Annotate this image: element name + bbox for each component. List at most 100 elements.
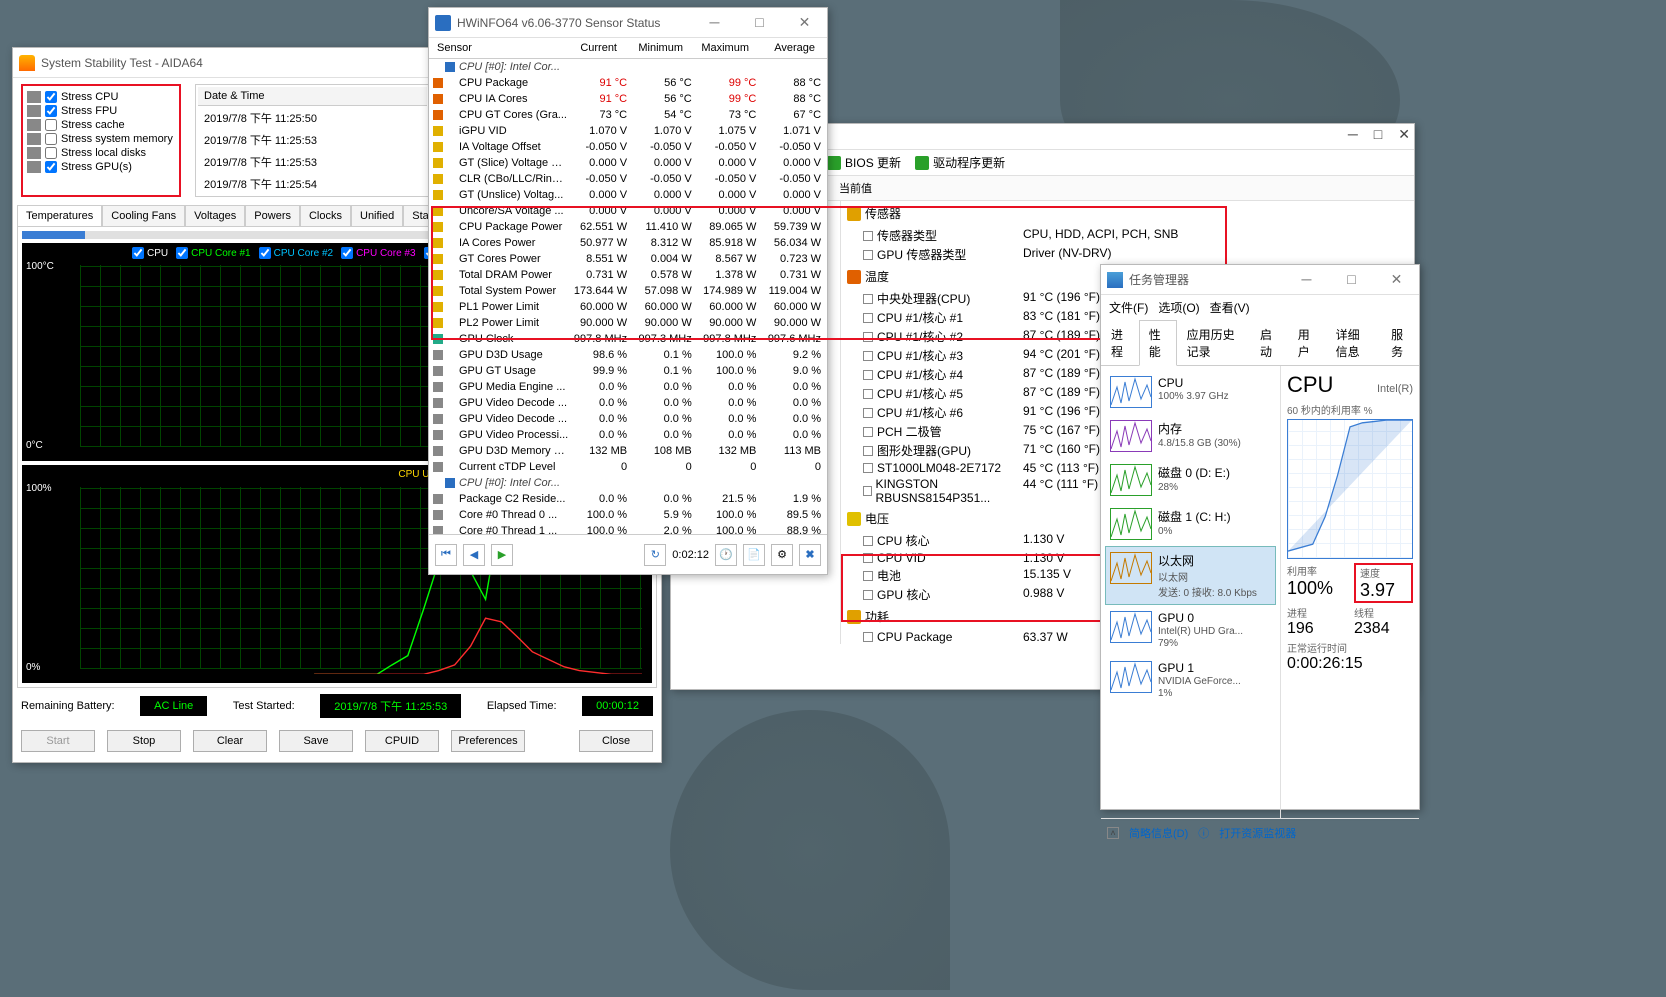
minimize-button[interactable]: ─ (1284, 265, 1329, 293)
clock-icon[interactable]: 🕐 (715, 544, 737, 566)
toolbar-item[interactable]: 驱动程序更新 (915, 154, 1005, 171)
sensor-row[interactable]: CPU Package Power62.551 W11.410 W89.065 … (429, 219, 827, 235)
clear-button[interactable]: Clear (193, 730, 267, 752)
tab-item[interactable]: 应用历史记录 (1177, 320, 1250, 365)
perf-tile[interactable]: CPU100% 3.97 GHz (1105, 370, 1276, 414)
close-button[interactable]: ✕ (1398, 126, 1410, 143)
tab-voltages[interactable]: Voltages (185, 205, 245, 226)
sensor-row[interactable]: GPU Video Processi...0.0 %0.0 %0.0 %0.0 … (429, 427, 827, 443)
sensor-row[interactable]: Package C2 Reside...0.0 %0.0 %21.5 %1.9 … (429, 491, 827, 507)
data-item[interactable]: GPU 传感器类型Driver (NV-DRV) (841, 245, 1414, 264)
resource-monitor-link[interactable]: 打开资源监视器 (1219, 825, 1296, 841)
tm-titlebar[interactable]: 任务管理器 ─ □ ✕ (1101, 265, 1419, 295)
sensor-row[interactable]: PL1 Power Limit60.000 W60.000 W60.000 W6… (429, 299, 827, 315)
tab-item[interactable]: 服务 (1381, 320, 1419, 365)
data-group[interactable]: 传感器 (841, 201, 1414, 226)
col-maximum[interactable]: Maximum (689, 42, 755, 54)
close-icon[interactable]: ✖ (799, 544, 821, 566)
hwinfo-titlebar[interactable]: HWiNFO64 v6.06-3770 Sensor Status ─ □ ✕ (429, 8, 827, 38)
perf-tile[interactable]: GPU 0Intel(R) UHD Gra... 79% (1105, 605, 1276, 655)
col-average[interactable]: Average (755, 42, 821, 54)
sensor-row[interactable]: Core #0 Thread 0 ...100.0 %5.9 %100.0 %8… (429, 507, 827, 523)
tab-item[interactable]: 进程 (1101, 320, 1139, 365)
menu-item[interactable]: 查看(V) (1210, 299, 1250, 316)
perf-tile[interactable]: 磁盘 0 (D: E:)28% (1105, 458, 1276, 502)
maximize-button[interactable]: □ (1329, 265, 1374, 293)
sensor-row[interactable]: CPU IA Cores91 °C56 °C99 °C88 °C (429, 91, 827, 107)
stress-opt[interactable]: Stress local disks (27, 146, 175, 160)
tab-unified[interactable]: Unified (351, 205, 403, 226)
sensor-row[interactable]: GT (Slice) Voltage O...0.000 V0.000 V0.0… (429, 155, 827, 171)
legend-item[interactable]: CPU Core #1 (176, 247, 250, 259)
tab-temperatures[interactable]: Temperatures (17, 205, 102, 226)
nav-prev-icon[interactable]: ◀ (463, 544, 485, 566)
sensor-row[interactable]: Core #0 Thread 1 ...100.0 %2.0 %100.0 %8… (429, 523, 827, 534)
sensor-row[interactable]: GPU Video Decode ...0.0 %0.0 %0.0 %0.0 % (429, 411, 827, 427)
stress-opt[interactable]: Stress CPU (27, 90, 175, 104)
sensor-row[interactable]: GPU Clock997.8 MHz997.3 MHz997.8 MHz997.… (429, 331, 827, 347)
sensor-group[interactable]: CPU [#0]: Intel Cor... (429, 475, 827, 491)
sensor-row[interactable]: CLR (CBo/LLC/Ring)...-0.050 V-0.050 V-0.… (429, 171, 827, 187)
maximize-button[interactable]: □ (1374, 126, 1382, 143)
sensor-row[interactable]: Total System Power173.644 W57.098 W174.9… (429, 283, 827, 299)
sensor-row[interactable]: GPU GT Usage99.9 %0.1 %100.0 %9.0 % (429, 363, 827, 379)
tab-powers[interactable]: Powers (245, 205, 300, 226)
log-icon[interactable]: 📄 (743, 544, 765, 566)
legend-item[interactable]: CPU Core #2 (259, 247, 333, 259)
close-button[interactable]: ✕ (782, 8, 827, 36)
data-item[interactable]: 传感器类型CPU, HDD, ACPI, PCH, SNB (841, 226, 1414, 245)
toolbar-item[interactable]: BIOS 更新 (827, 154, 901, 171)
tab-cooling fans[interactable]: Cooling Fans (102, 205, 185, 226)
sensor-row[interactable]: GPU D3D Memory D...132 MB108 MB132 MB113… (429, 443, 827, 459)
tab-item[interactable]: 启动 (1250, 320, 1288, 365)
sensor-row[interactable]: CPU Package91 °C56 °C99 °C88 °C (429, 75, 827, 91)
col-datetime[interactable]: Date & Time (198, 87, 427, 106)
tab-item[interactable]: 详细信息 (1326, 320, 1382, 365)
sensor-row[interactable]: GPU Video Decode ...0.0 %0.0 %0.0 %0.0 % (429, 395, 827, 411)
perf-tile[interactable]: 内存4.8/15.8 GB (30%) (1105, 414, 1276, 458)
sensor-row[interactable]: Uncore/SA Voltage ...0.000 V0.000 V0.000… (429, 203, 827, 219)
stop-button[interactable]: Stop (107, 730, 181, 752)
close-button[interactable]: Close (579, 730, 653, 752)
sensor-row[interactable]: IA Cores Power50.977 W8.312 W85.918 W56.… (429, 235, 827, 251)
stress-opt[interactable]: Stress system memory (27, 132, 175, 146)
stress-opt[interactable]: Stress GPU(s) (27, 160, 175, 174)
maximize-button[interactable]: □ (737, 8, 782, 36)
menu-item[interactable]: 选项(O) (1158, 299, 1199, 316)
sensor-row[interactable]: PL2 Power Limit90.000 W90.000 W90.000 W9… (429, 315, 827, 331)
fewer-details-link[interactable]: 简略信息(D) (1129, 825, 1188, 841)
close-button[interactable]: ✕ (1374, 265, 1419, 293)
chevron-up-icon[interactable]: ˄ (1107, 827, 1119, 839)
perf-tile[interactable]: GPU 1NVIDIA GeForce... 1% (1105, 655, 1276, 705)
legend-item[interactable]: CPU Core #3 (341, 247, 415, 259)
sensor-row[interactable]: CPU GT Cores (Gra...73 °C54 °C73 °C67 °C (429, 107, 827, 123)
perf-tile[interactable]: 磁盘 1 (C: H:)0% (1105, 502, 1276, 546)
settings-icon[interactable]: ⚙ (771, 544, 793, 566)
perf-tile[interactable]: 以太网以太网 发送: 0 接收: 8.0 Kbps (1105, 546, 1276, 605)
sensor-row[interactable]: GPU Media Engine ...0.0 %0.0 %0.0 %0.0 % (429, 379, 827, 395)
minimize-button[interactable]: ─ (692, 8, 737, 36)
col-minimum[interactable]: Minimum (623, 42, 689, 54)
cpuid-button[interactable]: CPUID (365, 730, 439, 752)
preferences-button[interactable]: Preferences (451, 730, 525, 752)
tab-item[interactable]: 性能 (1139, 320, 1177, 366)
col-value[interactable]: 当前值 (839, 180, 872, 196)
sensor-row[interactable]: GT Cores Power8.551 W0.004 W8.567 W0.723… (429, 251, 827, 267)
legend-item[interactable]: CPU (132, 247, 168, 259)
sensor-group[interactable]: CPU [#0]: Intel Cor... (429, 59, 827, 75)
menu-item[interactable]: 文件(F) (1109, 299, 1148, 316)
save-button[interactable]: Save (279, 730, 353, 752)
sensor-row[interactable]: Current cTDP Level0000 (429, 459, 827, 475)
minimize-button[interactable]: ─ (1348, 126, 1358, 143)
col-sensor[interactable]: Sensor (429, 42, 557, 54)
tab-item[interactable]: 用户 (1288, 320, 1326, 365)
sensor-row[interactable]: IA Voltage Offset-0.050 V-0.050 V-0.050 … (429, 139, 827, 155)
sensor-row[interactable]: iGPU VID1.070 V1.070 V1.075 V1.071 V (429, 123, 827, 139)
nav-next-icon[interactable]: ▶ (491, 544, 513, 566)
stress-opt[interactable]: Stress FPU (27, 104, 175, 118)
col-current[interactable]: Current (557, 42, 623, 54)
start-button[interactable]: Start (21, 730, 95, 752)
sensor-row[interactable]: GPU D3D Usage98.6 %0.1 %100.0 %9.2 % (429, 347, 827, 363)
nav-first-icon[interactable]: ⏮ (435, 544, 457, 566)
refresh-icon[interactable]: ↻ (644, 544, 666, 566)
